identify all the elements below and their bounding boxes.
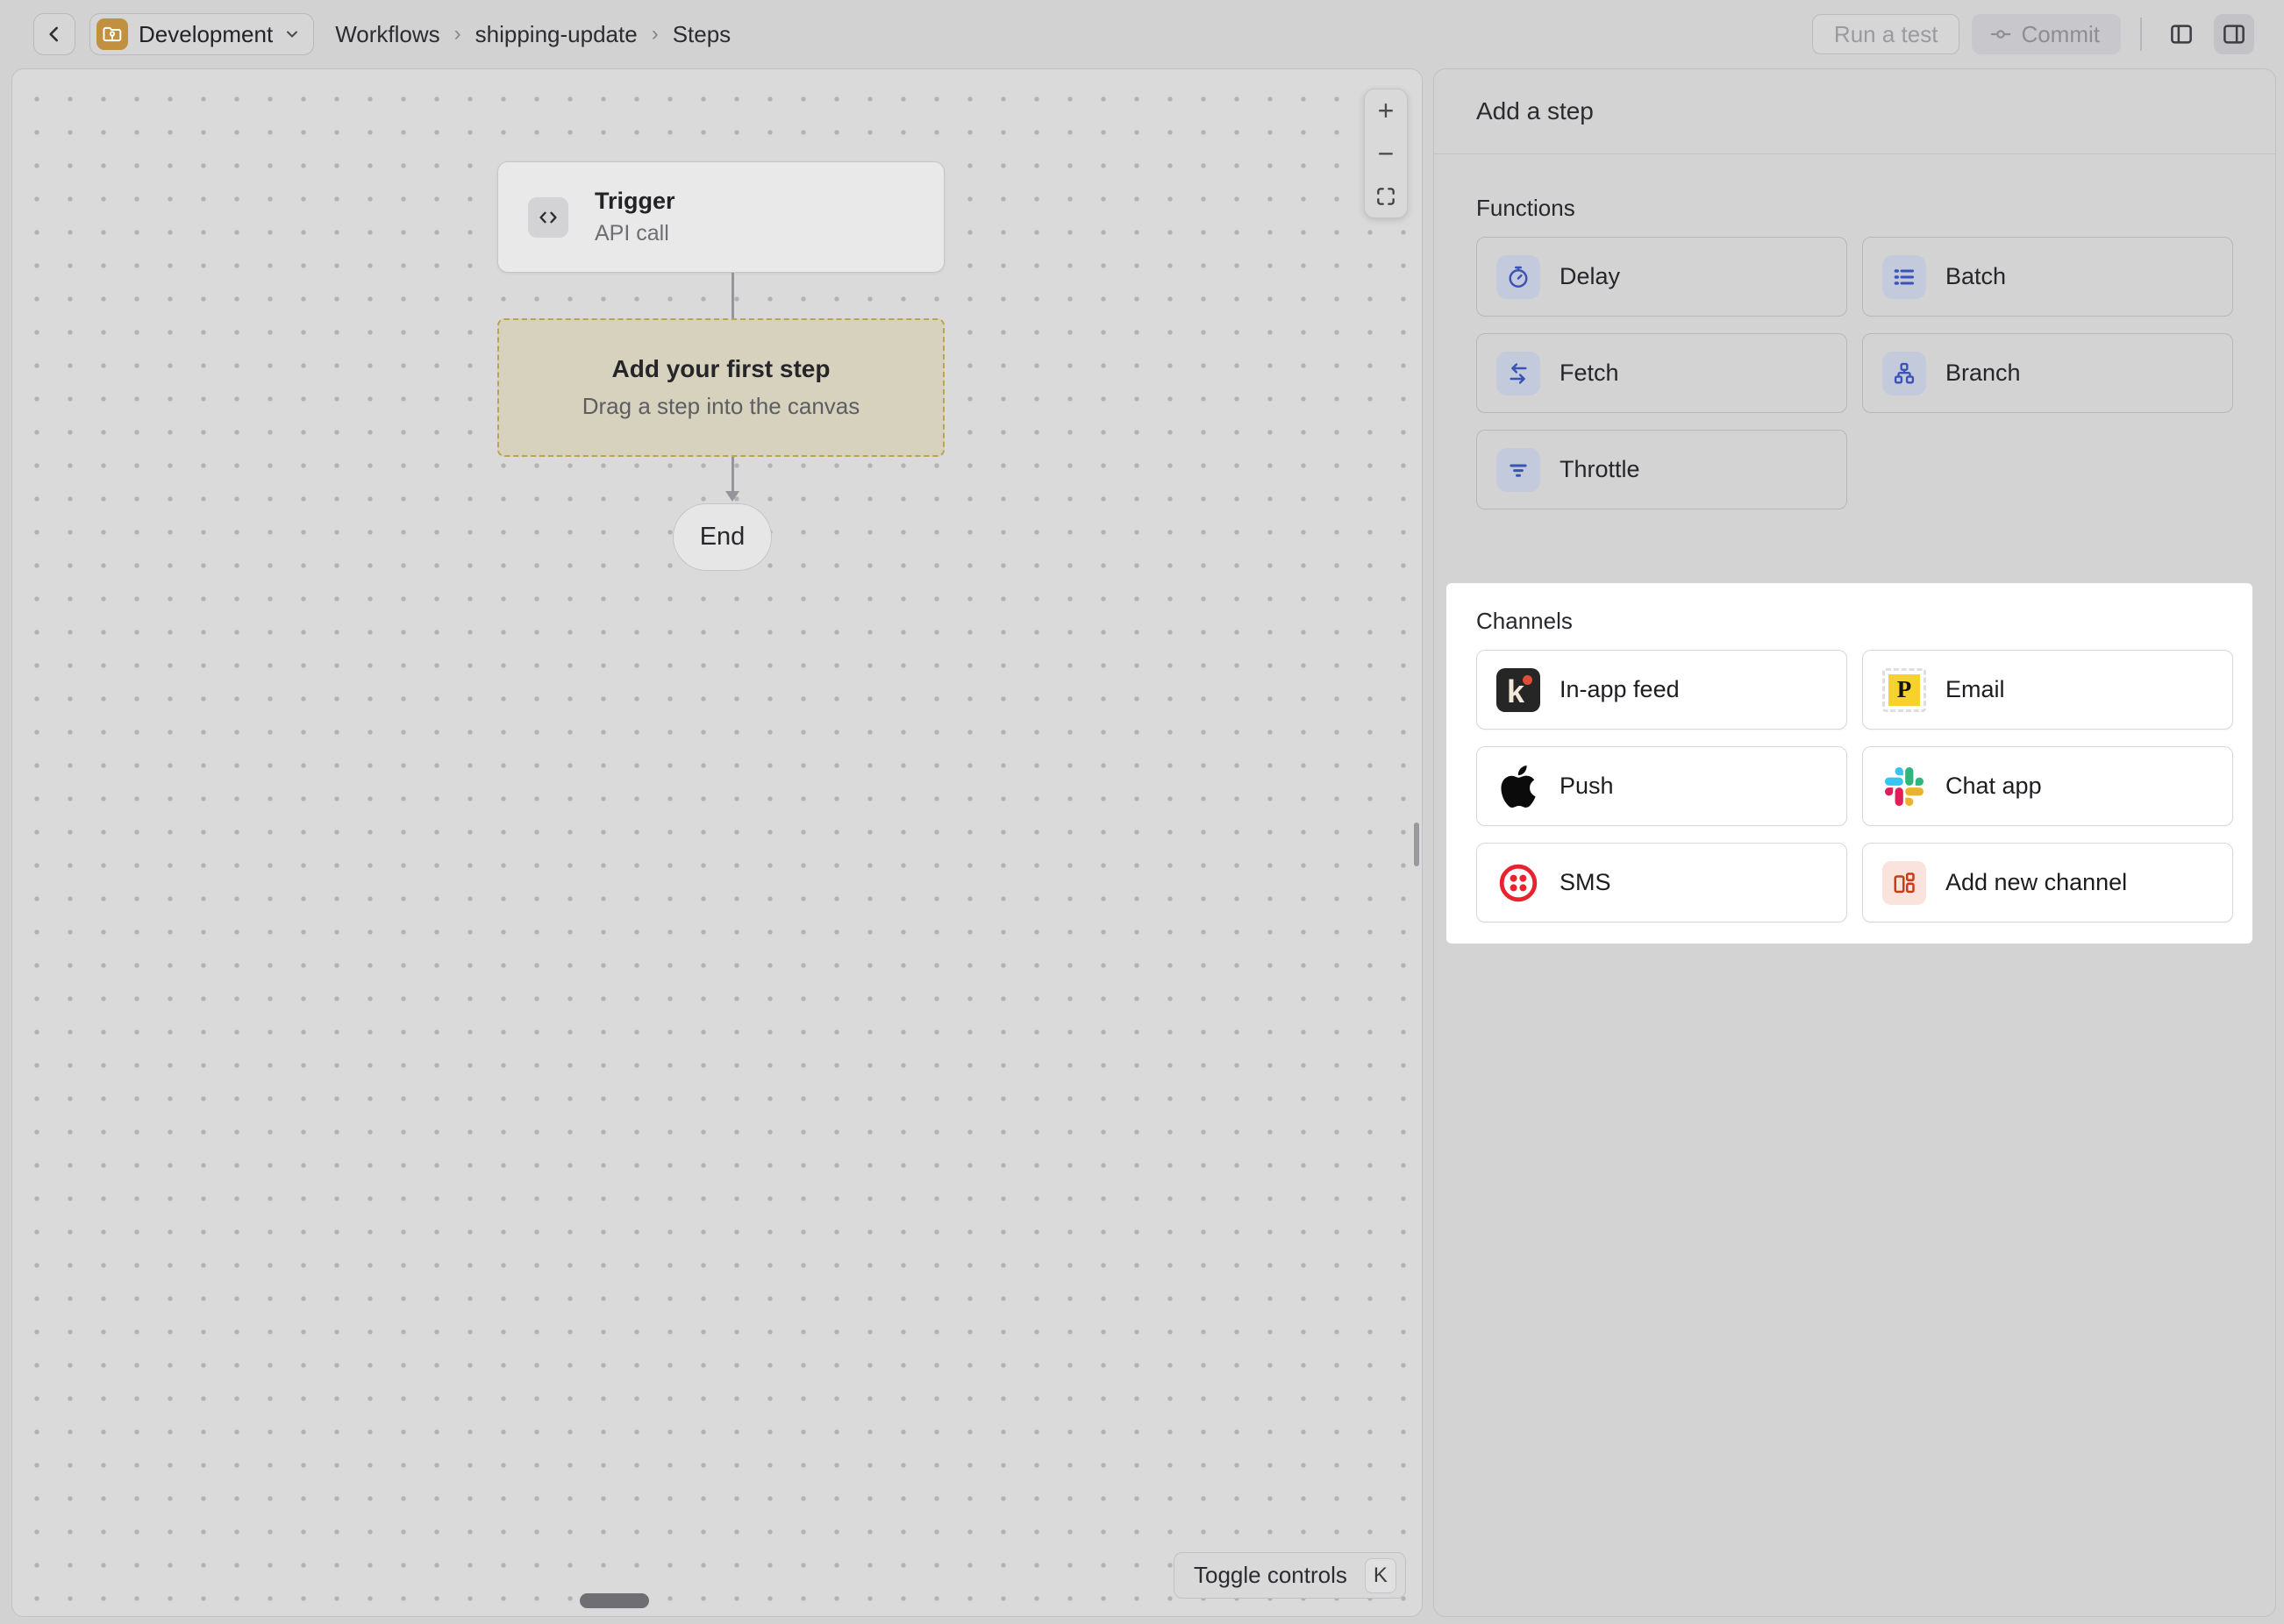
channel-card-label: In-app feed [1560, 676, 1680, 703]
channel-card-add-new-channel[interactable]: Add new channel [1862, 843, 2233, 922]
zoom-in-button[interactable]: + [1365, 89, 1407, 132]
edge-arrowhead-icon [725, 491, 739, 502]
chevron-left-icon [43, 23, 66, 46]
breadcrumb-item-workflow-name[interactable]: shipping-update [475, 21, 638, 48]
code-brackets-icon [528, 197, 568, 238]
channel-card-label: Email [1945, 676, 2005, 703]
dropzone-subtitle: Drag a step into the canvas [582, 393, 860, 420]
postmark-logo-icon: P [1882, 668, 1926, 712]
vertical-scrollbar-thumb[interactable] [1414, 823, 1419, 866]
channels-grid: k In-app feed P Email [1476, 650, 2233, 922]
add-blocks-icon [1882, 861, 1926, 905]
topbar-actions: Run a test Commit [1812, 14, 2254, 54]
function-card-delay[interactable]: Delay [1476, 237, 1847, 317]
horizontal-scrollbar-thumb[interactable] [580, 1593, 649, 1608]
fit-view-button[interactable] [1365, 175, 1407, 217]
keyboard-shortcut-key: K [1365, 1558, 1396, 1593]
topbar: Development Workflows › shipping-update … [0, 0, 2284, 68]
add-step-panel: Add a step Functions Delay [1433, 68, 2276, 1617]
channel-card-label: Push [1560, 773, 1614, 800]
apple-logo-icon [1496, 765, 1540, 808]
trigger-node-subtitle: API call [595, 221, 675, 246]
function-card-label: Fetch [1560, 360, 1619, 387]
filter-lines-icon [1496, 448, 1540, 492]
commit-icon [1989, 23, 2012, 46]
channel-card-label: SMS [1560, 869, 1611, 896]
stopwatch-icon [1496, 255, 1540, 299]
functions-grid: Delay Batch [1476, 237, 2233, 509]
panel-title: Add a step [1434, 69, 2275, 154]
function-card-fetch[interactable]: Fetch [1476, 333, 1847, 413]
channel-card-sms[interactable]: SMS [1476, 843, 1847, 922]
fit-view-icon [1374, 185, 1397, 208]
workflow-canvas[interactable]: Trigger API call Add your first step Dra… [11, 68, 1423, 1617]
chevron-down-icon [283, 25, 301, 43]
commit-button[interactable]: Commit [1972, 14, 2121, 54]
channel-card-push[interactable]: Push [1476, 746, 1847, 826]
channel-card-label: Chat app [1945, 773, 2042, 800]
function-card-branch[interactable]: Branch [1862, 333, 2233, 413]
topbar-divider [2140, 18, 2142, 51]
slack-logo-icon [1882, 765, 1926, 808]
function-card-label: Branch [1945, 360, 2021, 387]
channel-card-chat-app[interactable]: Chat app [1862, 746, 2233, 826]
channel-card-email[interactable]: P Email [1862, 650, 2233, 730]
breadcrumb-item-workflows[interactable]: Workflows [335, 21, 439, 48]
toggle-right-panel-button[interactable] [2214, 14, 2254, 54]
environment-label: Development [139, 21, 273, 48]
left-panel-icon [2168, 21, 2195, 47]
right-panel-icon [2221, 21, 2247, 47]
back-button[interactable] [33, 13, 75, 55]
trigger-node-title: Trigger [595, 188, 675, 215]
swap-arrows-icon [1496, 352, 1540, 395]
channels-spotlight: Channels k In-app feed P Email [1446, 583, 2252, 944]
breadcrumb: Workflows › shipping-update › Steps [335, 21, 731, 48]
knock-logo-icon: k [1496, 668, 1540, 712]
canvas-zoom-controls: + − [1364, 89, 1408, 218]
edge-connector [732, 457, 734, 492]
add-first-step-dropzone[interactable]: Add your first step Drag a step into the… [497, 318, 945, 457]
function-card-label: Delay [1560, 263, 1620, 290]
list-icon [1882, 255, 1926, 299]
channels-section-label: Channels [1476, 608, 2233, 635]
zoom-out-button[interactable]: − [1365, 132, 1407, 175]
edge-connector [732, 273, 734, 318]
function-card-label: Batch [1945, 263, 2006, 290]
tree-icon [1882, 352, 1926, 395]
environment-folder-icon [96, 18, 128, 50]
end-node[interactable]: End [673, 503, 772, 571]
dropzone-title: Add your first step [612, 355, 831, 383]
environment-selector[interactable]: Development [89, 13, 314, 55]
function-card-throttle[interactable]: Throttle [1476, 430, 1847, 509]
channel-card-label: Add new channel [1945, 869, 2127, 896]
trigger-node[interactable]: Trigger API call [497, 161, 945, 273]
breadcrumb-item-steps[interactable]: Steps [673, 21, 732, 48]
toggle-left-panel-button[interactable] [2161, 14, 2202, 54]
function-card-batch[interactable]: Batch [1862, 237, 2233, 317]
main-area: Trigger API call Add your first step Dra… [0, 68, 2284, 1624]
commit-button-label: Commit [2021, 21, 2100, 48]
toggle-controls-button[interactable]: Toggle controls K [1174, 1552, 1406, 1599]
functions-section-label: Functions [1476, 195, 2233, 222]
function-card-label: Throttle [1560, 456, 1640, 483]
breadcrumb-separator: › [652, 22, 659, 46]
channel-card-in-app-feed[interactable]: k In-app feed [1476, 650, 1847, 730]
run-a-test-button[interactable]: Run a test [1812, 14, 1960, 54]
twilio-logo-icon [1496, 861, 1540, 905]
toggle-controls-label: Toggle controls [1194, 1562, 1347, 1589]
breadcrumb-separator: › [454, 22, 461, 46]
